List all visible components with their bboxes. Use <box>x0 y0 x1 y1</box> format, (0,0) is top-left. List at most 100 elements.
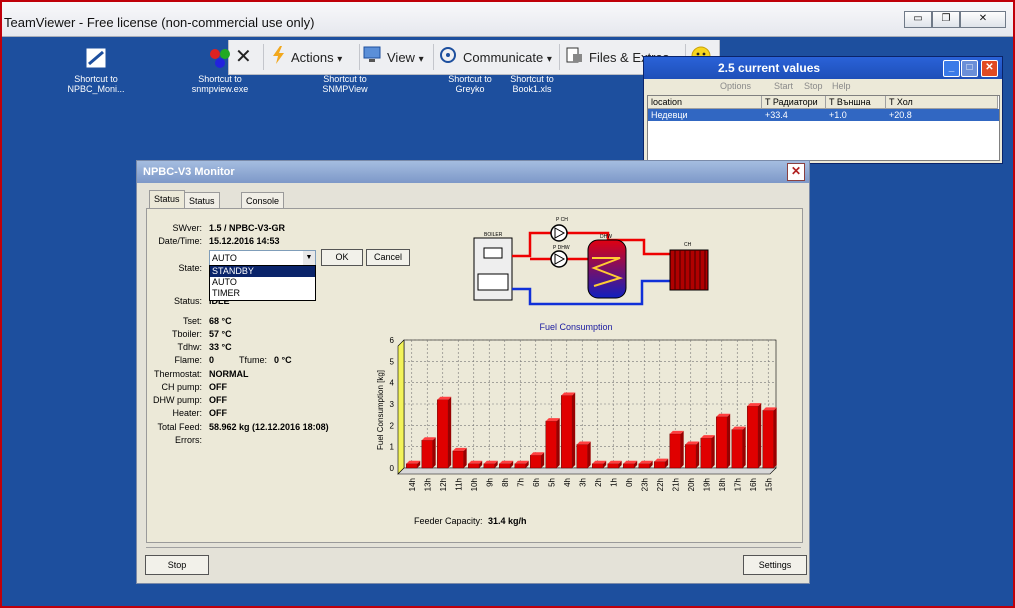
boiler-shape <box>473 237 513 301</box>
minimize-button[interactable]: ▭ <box>904 11 932 28</box>
y-tick-label: 5 <box>390 357 395 366</box>
bar <box>700 437 712 469</box>
tab-status[interactable]: Status <box>149 190 185 209</box>
values-minimize-button[interactable]: _ <box>943 60 960 77</box>
x-tick-label: 8h <box>501 478 510 487</box>
x-tick-label: 17h <box>733 478 742 491</box>
values-close-button[interactable]: ✕ <box>981 60 998 77</box>
desktop-icon-snmpview[interactable]: Shortcut to SNMPView <box>305 46 385 94</box>
settings-button[interactable]: Settings <box>743 555 807 575</box>
column-header[interactable]: location <box>648 96 762 109</box>
desktop-icon-snmpview-exe[interactable]: Shortcut to snmpview.exe <box>180 46 260 94</box>
bar <box>731 429 743 469</box>
bar <box>483 463 495 469</box>
bar <box>607 463 619 469</box>
bar <box>545 420 557 469</box>
bar <box>530 454 542 469</box>
dhw-label: DHW <box>600 234 612 240</box>
bar <box>762 410 774 469</box>
status-label: Status: <box>173 296 202 306</box>
bar-side <box>556 418 560 468</box>
tfume-label: Tfume: <box>238 355 267 365</box>
plot-floor <box>397 467 777 475</box>
tdhw-value: 33 °C <box>209 342 232 352</box>
menu-options[interactable]: Options <box>720 81 751 91</box>
shortcut-icon <box>519 46 545 70</box>
state-option-auto[interactable]: AUTO <box>210 277 315 288</box>
bar-side <box>696 441 700 468</box>
x-tick-label: 14h <box>408 478 417 491</box>
current-values-window: 2.5 current values _ □ ✕ Options Start S… <box>643 56 1003 164</box>
bar <box>638 463 650 469</box>
datetime-value: 15.12.2016 14:53 <box>209 236 280 246</box>
restore-button[interactable]: ❐ <box>932 11 960 28</box>
state-option-standby[interactable]: STANDBY <box>210 266 315 277</box>
bar-side <box>572 392 576 468</box>
stop-button[interactable]: Stop <box>145 555 209 575</box>
teamviewer-title: TeamViewer - Free license (non-commercia… <box>4 15 315 30</box>
state-dropdown-list: STANDBY AUTO TIMER <box>209 265 316 301</box>
x-tick-label: 16h <box>749 478 758 491</box>
x-tick-label: 0h <box>625 478 634 487</box>
tab-console[interactable]: Console <box>241 192 285 209</box>
menu-start[interactable]: Start <box>774 81 793 91</box>
state-option-timer[interactable]: TIMER <box>210 288 315 299</box>
column-header[interactable]: T Радиатори <box>762 96 826 109</box>
swver-value: 1.5 / NPBC-V3-GR <box>209 223 286 233</box>
values-titlebar: 2.5 current values _ □ ✕ <box>644 57 1002 79</box>
values-maximize-button[interactable]: □ <box>961 60 978 77</box>
x-tick-label: 12h <box>439 478 448 491</box>
bar <box>406 463 418 469</box>
menu-stop[interactable]: Stop <box>804 81 823 91</box>
boiler-display <box>483 247 503 259</box>
radiator <box>669 249 709 291</box>
x-tick-label: 1h <box>609 478 618 487</box>
total-feed-value: 58.962 kg (12.12.2016 18:08) <box>209 422 329 432</box>
feeder-capacity-label: Feeder Capacity: <box>414 516 483 526</box>
plot-left-wall <box>397 339 405 475</box>
heating-system-diagram: BOILER P CH P DHW DHW CH <box>473 217 709 306</box>
ch-pump-label: CH pump: <box>161 382 202 392</box>
view-label: View <box>387 49 415 65</box>
ok-button[interactable]: OK <box>321 249 363 266</box>
x-tick-label: 21h <box>671 478 680 491</box>
menu-help[interactable]: Help <box>832 81 851 91</box>
chart-title: Fuel Consumption <box>539 322 612 332</box>
errors-label: Errors: <box>175 435 202 445</box>
tset-value: 68 °C <box>209 316 232 326</box>
table-cell: Недевци <box>648 109 761 121</box>
x-tick-label: 3h <box>578 478 587 487</box>
desktop-icon-label: Shortcut to <box>510 74 554 84</box>
x-tick-label: 7h <box>516 478 525 487</box>
desktop-icon-npbc-monitor[interactable]: Shortcut to NPBC_Moni... <box>56 46 136 94</box>
column-header[interactable]: T Хол <box>886 96 998 109</box>
x-tick-label: 15h <box>764 478 773 491</box>
x-tick-label: 10h <box>470 478 479 491</box>
x-tick-label: 9h <box>485 478 494 487</box>
desktop-icon-book1-xls[interactable]: Shortcut to Book1.xls <box>492 46 572 94</box>
shortcut-icon <box>207 46 233 70</box>
desktop-icon-label: Shortcut to <box>198 74 242 84</box>
chevron-down-icon[interactable]: ▼ <box>303 251 315 265</box>
tab-status-chart[interactable]: Status Chart <box>184 192 220 222</box>
y-tick-label: 4 <box>390 379 395 388</box>
tboiler-label: Tboiler: <box>171 329 202 339</box>
x-tick-label: 6h <box>532 478 541 487</box>
bar <box>716 416 728 469</box>
monitor-close-button[interactable]: ✕ <box>787 163 805 181</box>
values-grid: location T Радиатори T Външна T Хол Неде… <box>647 95 1000 161</box>
desktop-icon-label: Shortcut to <box>74 74 118 84</box>
x-tick-label: 2h <box>594 478 603 487</box>
tdhw-label: Tdhw: <box>177 342 202 352</box>
close-button[interactable]: ✕ <box>960 11 1006 28</box>
toolbar-separator <box>263 44 264 70</box>
state-select[interactable]: AUTO ▼ <box>209 250 316 266</box>
bar-side <box>587 441 591 468</box>
pch-label: P CH <box>556 217 568 223</box>
ch-label: CH <box>684 242 692 248</box>
cancel-button[interactable]: Cancel <box>366 249 410 266</box>
table-cell: +1.0 <box>826 109 885 121</box>
bar <box>576 444 588 469</box>
column-header[interactable]: T Външна <box>826 96 886 109</box>
x-tick-label: 20h <box>687 478 696 491</box>
